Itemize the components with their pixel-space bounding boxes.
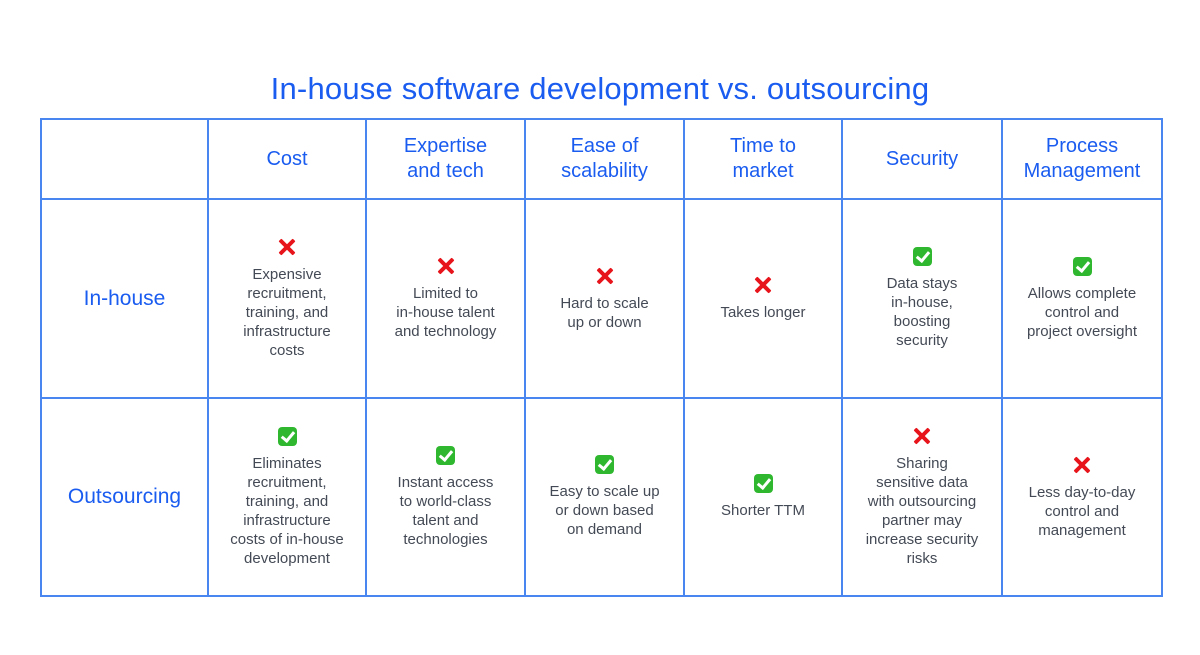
cell-text: Data stays	[886, 275, 958, 292]
table-cell-ease-of-scalability: Easy to scale up or down based on demand	[524, 397, 685, 597]
cell-text: security	[896, 332, 948, 349]
cross-icon	[912, 426, 932, 446]
table-cell-process-management: Less day-to-day control and management	[1001, 397, 1163, 597]
column-header-text: Process	[1045, 135, 1119, 157]
check-icon	[1072, 256, 1092, 276]
cell-text: Allows complete	[1027, 284, 1137, 302]
cell-text: project oversight	[1026, 322, 1138, 340]
check-icon	[595, 455, 614, 474]
column-header-text: Security	[885, 147, 959, 170]
cell-text: development	[244, 549, 330, 567]
cell-text: infrastructure	[243, 323, 331, 340]
row-label: Outsourcing	[40, 397, 209, 597]
cross-icon	[1072, 455, 1092, 475]
cell-text: Sharing	[896, 455, 948, 472]
cell-text: costs	[269, 342, 305, 359]
cell-text: Instant access	[397, 473, 494, 491]
check-icon	[912, 247, 932, 266]
table-cell-security: Data stays in-house, boosting security	[841, 198, 1003, 399]
table-cell-time-to-market: Shorter TTM	[683, 397, 843, 597]
column-header-text: market	[732, 160, 794, 182]
cell-text: Less day-to-day	[1028, 483, 1136, 501]
cell-text: training, and	[245, 304, 329, 321]
cell-text: and technology	[394, 323, 497, 340]
column-header-process-management: Process Management	[1001, 118, 1163, 200]
cell-text: recruitment,	[247, 473, 327, 491]
table-cell-security: Sharing sensitive data with outsourcing par…	[841, 397, 1003, 597]
cell-text: Easy to scale up	[549, 483, 660, 500]
column-header-text: Expertise	[403, 135, 488, 157]
cell-text: up or down	[567, 313, 642, 331]
cell-text: risks	[906, 550, 938, 567]
page-title: In-house software development vs. outsou…	[270, 70, 930, 106]
cross-icon	[753, 275, 773, 295]
column-header-text: scalability	[561, 160, 648, 182]
column-header-ease-of-scalability: Ease of scalability	[524, 118, 685, 200]
column-header-security: Security	[841, 118, 1003, 200]
table-cell-ease-of-scalability: Hard to scale up or down	[524, 198, 685, 399]
column-header-text: Time to	[730, 135, 796, 157]
table-row-outsourcing: Outsourcing Eliminates recruitment, trainin…	[40, 397, 1163, 597]
column-header-expertise-and-tech: Expertise and tech	[365, 118, 526, 200]
cell-text: increase security	[865, 531, 979, 548]
cell-text: costs of in-house	[230, 530, 344, 548]
check-icon	[753, 474, 773, 493]
column-header-text: Management	[1023, 160, 1141, 182]
cell-text: with outsourcing	[867, 493, 977, 510]
table-cell-expertise-and-tech: Instant access to world-class talent and te…	[365, 397, 526, 597]
cell-text: recruitment,	[247, 285, 327, 302]
cell-text: in-house talent	[396, 304, 495, 321]
cross-icon	[277, 237, 297, 257]
cell-text: control and	[1044, 502, 1120, 520]
table-cell-cost: Eliminates recruitment, training, and infra…	[207, 397, 367, 597]
corner-cell	[40, 118, 209, 200]
check-icon	[277, 426, 297, 446]
cell-text: Expensive	[252, 266, 322, 283]
cell-text: sensitive data	[876, 474, 968, 491]
cell-text: Takes longer	[720, 304, 806, 321]
cell-text: infrastructure	[243, 511, 331, 529]
cell-text: on demand	[566, 521, 643, 538]
column-header-text: and tech	[407, 160, 484, 182]
cell-text: partner may	[881, 512, 963, 529]
column-header-time-to-market: Time to market	[683, 118, 843, 200]
cell-text: talent and	[412, 511, 479, 529]
cell-text: to world-class	[399, 492, 492, 510]
table-cell-process-management: Allows complete control and project oversi…	[1001, 198, 1163, 399]
table-cell-time-to-market: Takes longer	[683, 198, 843, 399]
comparison-table: Cost Expertise and tech Ease of scalability T…	[40, 118, 1163, 597]
cell-text: in-house,	[891, 294, 953, 311]
cell-text: Limited to	[412, 285, 479, 302]
cell-text: Shorter TTM	[721, 502, 805, 519]
table-cell-cost: Expensive recruitment, training, and infras…	[207, 198, 367, 399]
cell-text: Hard to scale	[560, 294, 649, 312]
cell-text: boosting	[893, 313, 951, 330]
column-header-cost: Cost	[207, 118, 367, 200]
column-header-text: Cost	[266, 147, 308, 170]
table-row-in-house: In-house Expensive recruitment, training, a…	[40, 198, 1163, 399]
cross-icon	[595, 266, 615, 286]
cross-icon	[436, 256, 456, 276]
cell-text: Eliminates	[252, 454, 322, 472]
cell-text: or down based	[555, 502, 654, 519]
header-row: Cost Expertise and tech Ease of scalability T…	[40, 118, 1163, 200]
cell-text: technologies	[403, 530, 488, 548]
cell-text: management	[1038, 521, 1126, 539]
row-label: In-house	[40, 198, 209, 399]
column-header-text: Ease of	[570, 135, 639, 157]
cell-text: training, and	[245, 492, 329, 510]
table-cell-expertise-and-tech: Limited to in-house talent and technology	[365, 198, 526, 399]
check-icon	[436, 445, 455, 465]
cell-text: control and	[1044, 303, 1120, 321]
